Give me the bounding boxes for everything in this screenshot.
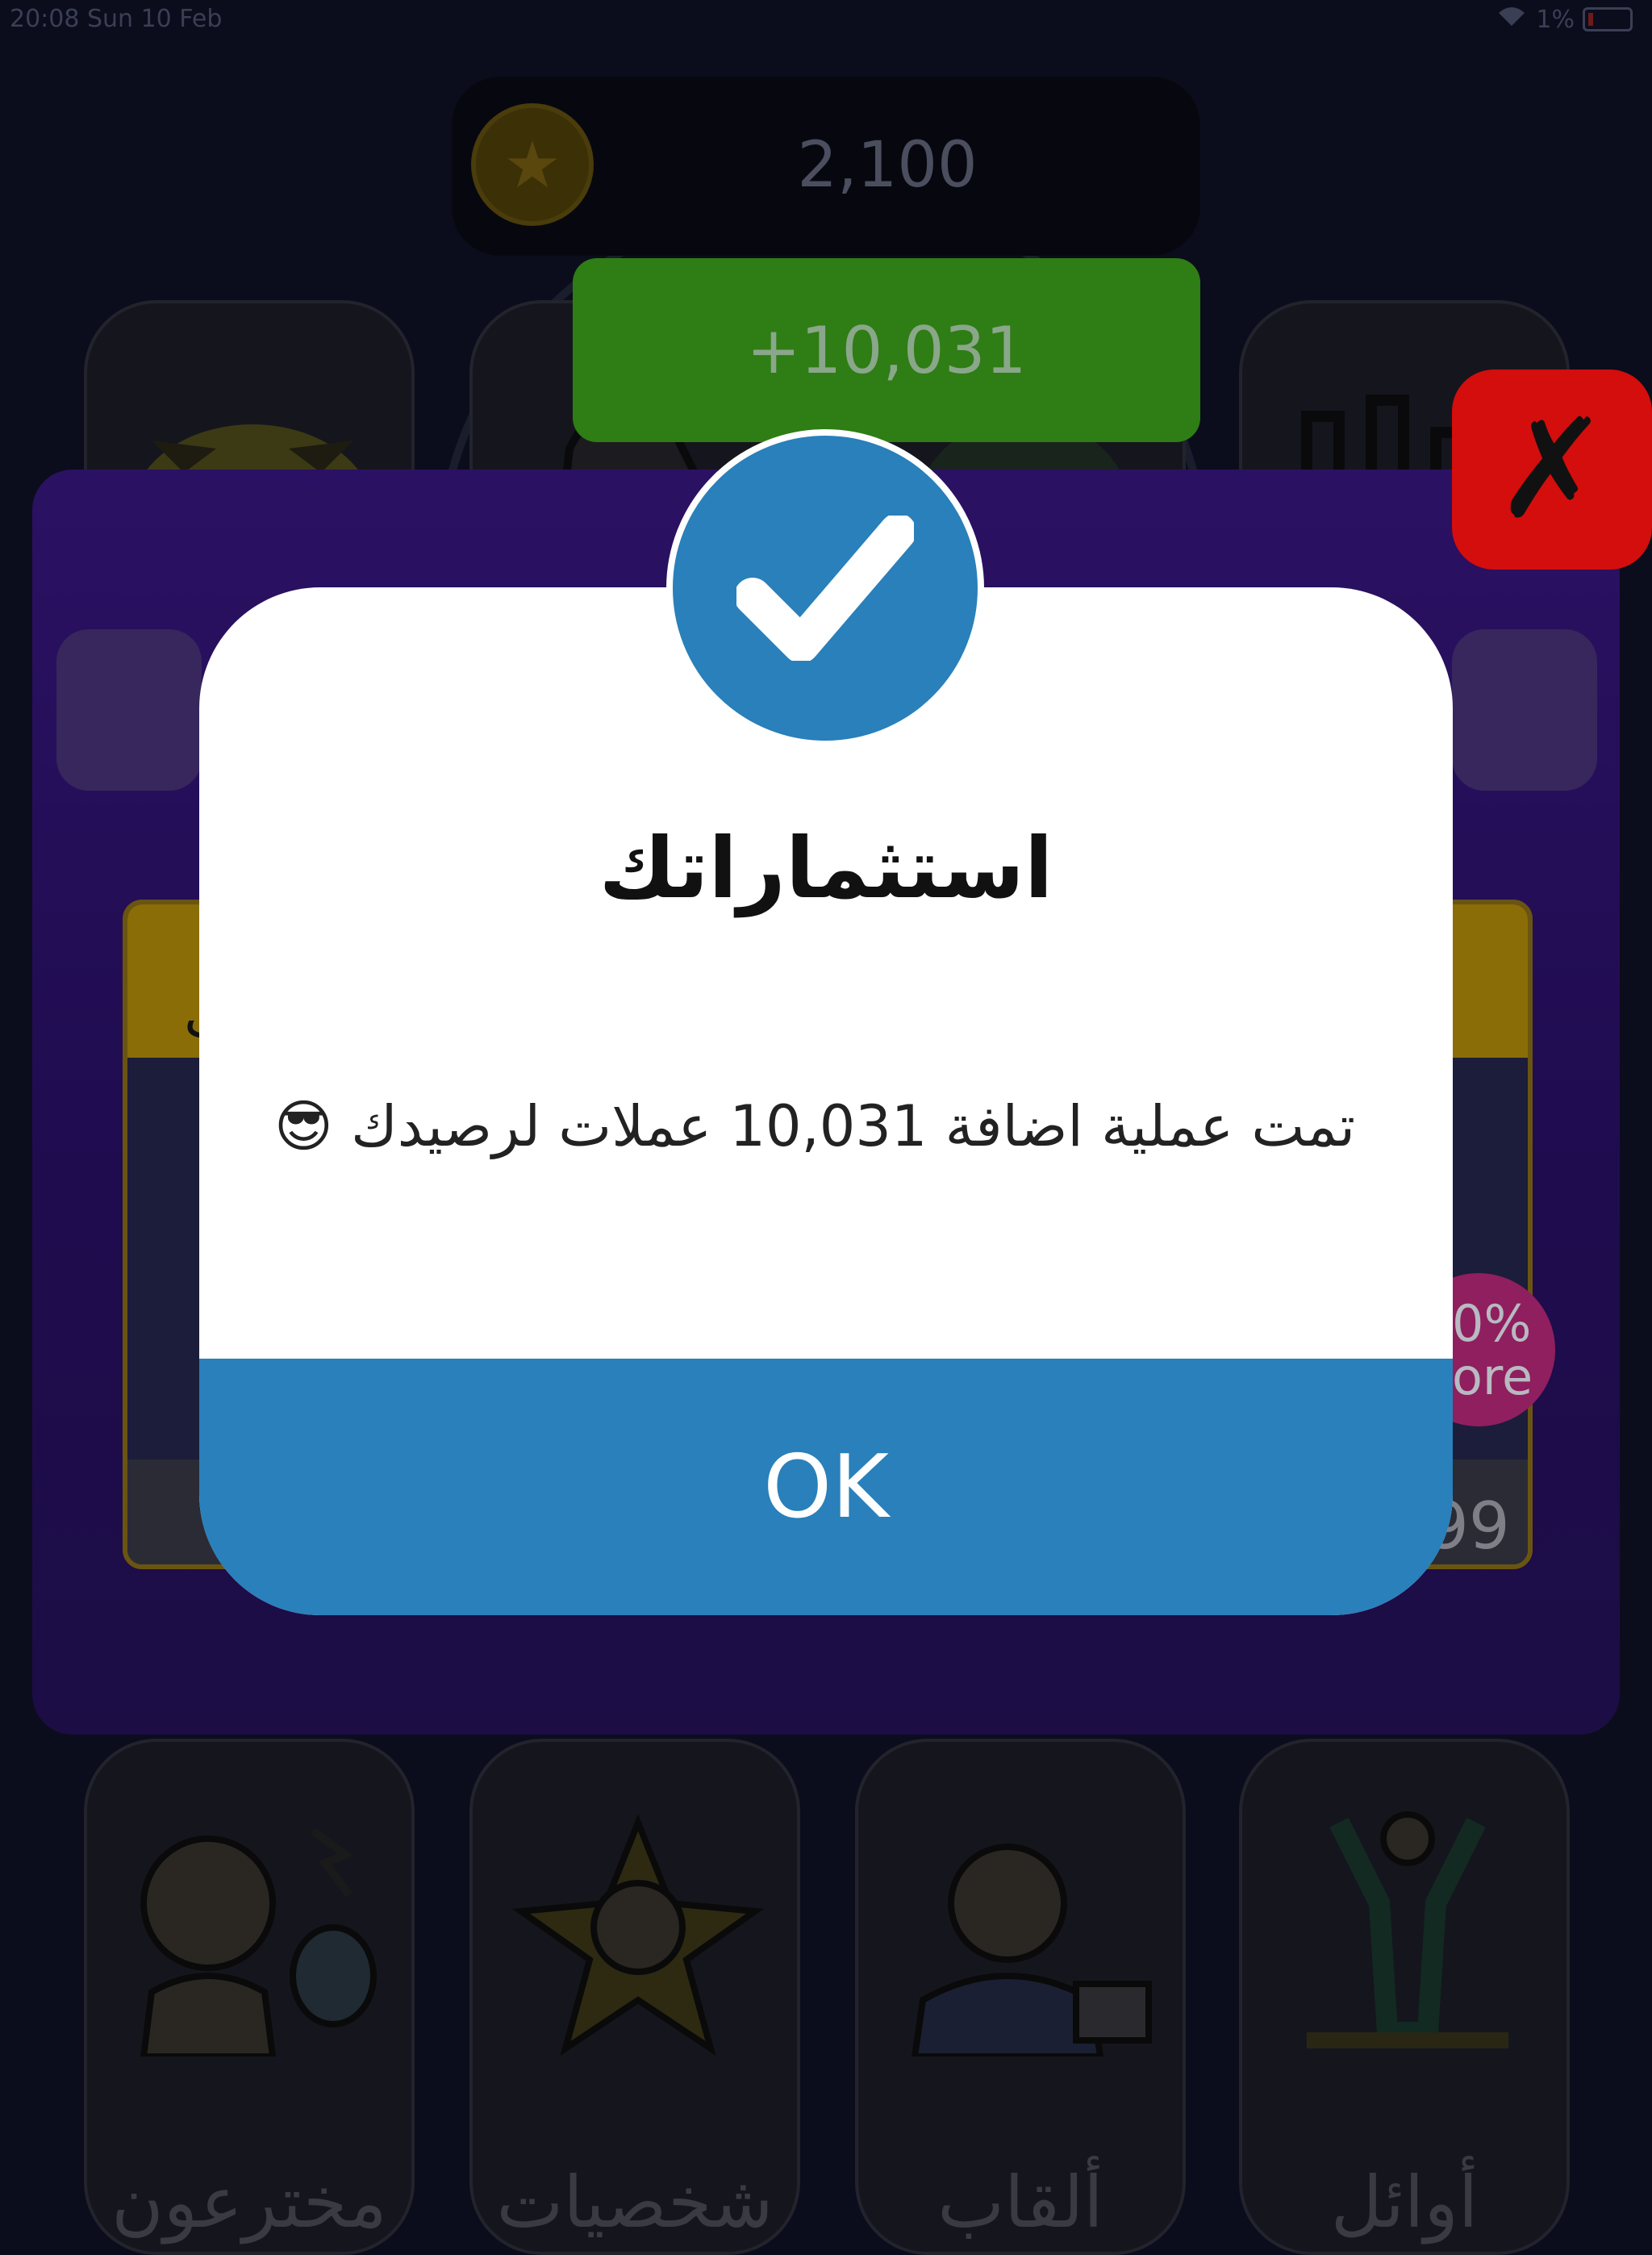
status-time: 20:08 Sun 10 Feb xyxy=(10,5,223,33)
dialog-message: تمت عملية اضافة 10,031 عملات لرصيدك 😎 xyxy=(273,1093,1356,1159)
category-tile-titles[interactable]: ألقاب xyxy=(855,1739,1186,2255)
tile-label: مخترعون xyxy=(111,2161,387,2244)
status-bar: 20:08 Sun 10 Feb 1% xyxy=(0,0,1652,42)
reward-amount-indicator: +10,031 xyxy=(573,258,1200,442)
celebrity-icon xyxy=(511,1814,765,2057)
coins-pile-left xyxy=(56,629,202,791)
battery-percent: 1% xyxy=(1536,5,1575,34)
status-right: 1% xyxy=(1496,5,1633,34)
tile-label: ألقاب xyxy=(937,2161,1103,2244)
tile-label: شخصيات xyxy=(496,2161,774,2244)
person-id-icon xyxy=(911,1844,1152,2057)
tile-label: أوائل xyxy=(1330,2161,1479,2244)
close-button[interactable]: ✗ xyxy=(1452,370,1652,570)
battery-icon xyxy=(1583,7,1633,31)
ok-button[interactable]: OK xyxy=(199,1359,1453,1615)
category-tile-inventors[interactable]: مخترعون xyxy=(84,1739,415,2255)
success-check-icon xyxy=(666,429,984,747)
badge-text: 0% ore xyxy=(1452,1294,1533,1406)
category-tile-celebrities[interactable]: شخصيات xyxy=(469,1739,800,2255)
dialog-title: استثماراتك xyxy=(599,819,1053,917)
coin-balance: 2,100 xyxy=(797,129,978,202)
category-tile-firsts[interactable]: أوائل xyxy=(1239,1739,1570,2255)
inventor-icon xyxy=(140,1827,377,2057)
coin-star-icon: ★ xyxy=(471,103,594,226)
wifi-icon xyxy=(1496,5,1528,34)
winner-icon xyxy=(1307,1811,1508,2048)
close-icon: ✗ xyxy=(1494,390,1610,549)
coins-pile-right xyxy=(1452,629,1597,791)
